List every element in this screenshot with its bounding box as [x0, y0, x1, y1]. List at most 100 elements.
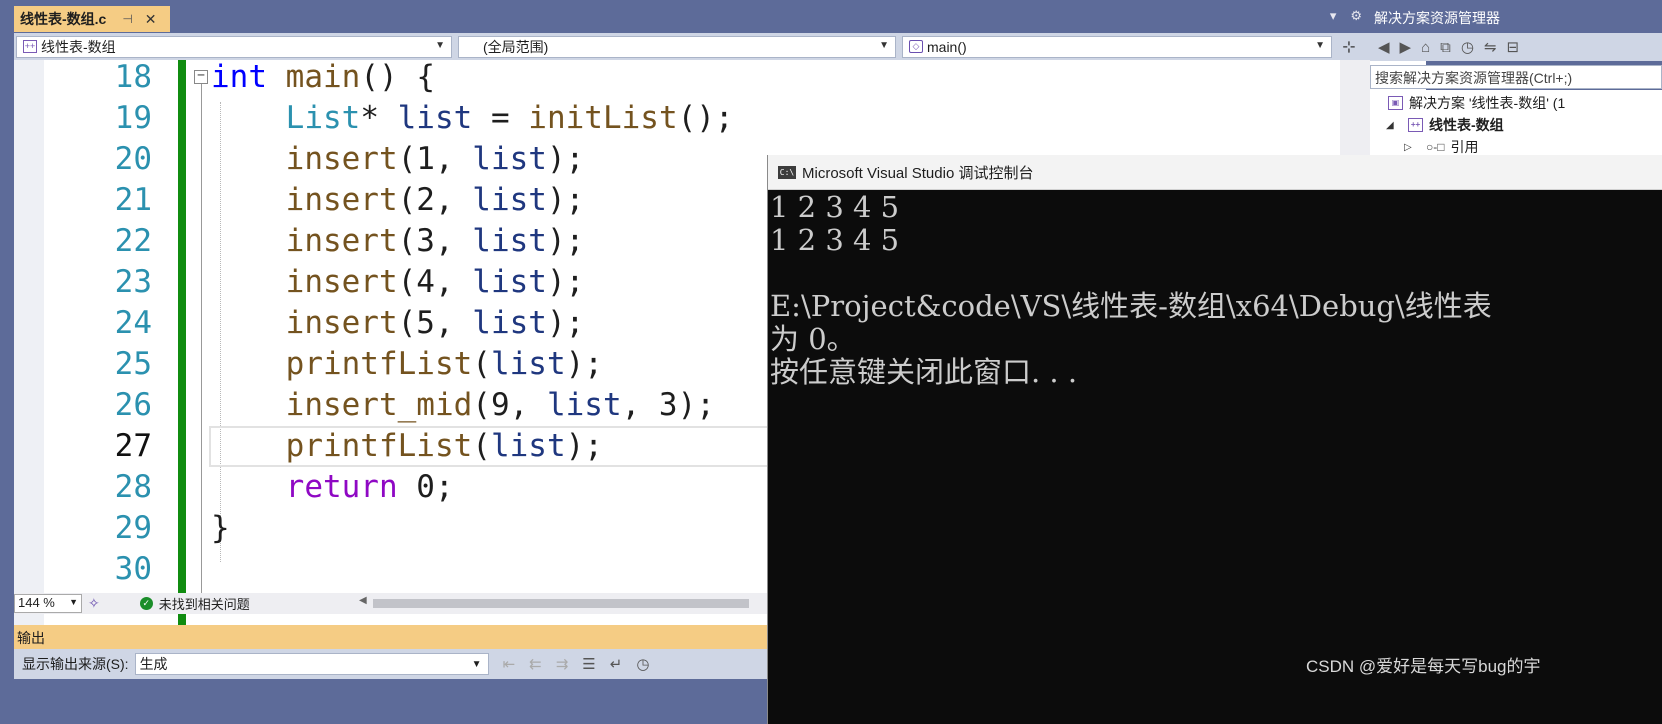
solution-tree: ▣ 解决方案 '线性表-数组' (1 ◢ ++ 线性表-数组 ▷ ○-□ 引用	[1370, 90, 1662, 160]
code-token: list	[490, 346, 566, 382]
code-token: int	[211, 60, 267, 95]
code-token: (4,	[397, 264, 473, 300]
clock-icon[interactable]: ◷	[636, 655, 649, 673]
chevron-down-icon: ▼	[471, 659, 482, 670]
console-output[interactable]: 1 2 3 4 51 2 3 4 5 E:\Project&code\VS\线性表…	[770, 191, 1660, 389]
scroll-left-icon[interactable]: ◀	[359, 595, 367, 606]
console-line: E:\Project&code\VS\线性表-数组\x64\Debug\线性表	[770, 289, 1492, 323]
line-number: 29	[114, 510, 152, 546]
line-number: 18	[114, 60, 152, 95]
code-token: (1,	[397, 141, 473, 177]
console-title-bar[interactable]: C:\ Microsoft Visual Studio 调试控制台	[768, 155, 1662, 190]
project-dropdown[interactable]: ++ 线性表-数组 ▼	[16, 35, 452, 58]
scope-dropdown-value: (全局范围)	[483, 38, 549, 55]
chevron-down-icon: ▼	[435, 39, 445, 51]
code-text: printfList(list);	[211, 425, 603, 468]
code-line[interactable]: 18 int main() {	[14, 60, 1426, 99]
output-panel-header[interactable]: 输出	[14, 625, 774, 649]
word-wrap-icon[interactable]: ↵	[610, 655, 623, 673]
clear-all-icon[interactable]: ☰	[582, 655, 595, 673]
close-icon[interactable]: ✕	[145, 11, 157, 28]
gear-icon[interactable]: ⚙	[1350, 8, 1362, 24]
code-token: );	[546, 305, 585, 341]
code-token: list	[472, 223, 547, 259]
scope-dropdown[interactable]: (全局范围) ▼	[458, 35, 896, 58]
code-text: insert(5, list);	[211, 302, 585, 345]
output-source-select[interactable]: 生成 ▼	[134, 653, 489, 675]
code-token: list	[490, 428, 566, 464]
switch-views-icon[interactable]: ⧉	[1440, 39, 1451, 56]
zoom-dropdown[interactable]: 144 % ▼	[14, 594, 82, 613]
solution-label: 解决方案 '线性表-数组' (1	[1409, 95, 1566, 111]
line-number: 25	[114, 346, 152, 382]
solution-icon: ▣	[1388, 96, 1403, 110]
tab-linear-list-c[interactable]: 线性表-数组.c ⊣ ✕	[14, 6, 170, 32]
code-line[interactable]: 19 List* list = initList();	[14, 97, 1426, 140]
code-token: printfList	[285, 346, 473, 382]
tree-item-solution[interactable]: ▣ 解决方案 '线性表-数组' (1	[1388, 92, 1565, 114]
issues-status[interactable]: 未找到相关问题	[159, 594, 250, 613]
code-text: insert(1, list);	[211, 138, 585, 181]
code-token: insert	[285, 264, 398, 300]
code-token: insert	[285, 182, 398, 218]
tab-strip-controls: ▾ ⚙	[1330, 8, 1362, 24]
chevron-down-icon: ▼	[1315, 39, 1325, 51]
project-icon: ++	[1408, 118, 1423, 132]
code-token: );	[546, 141, 585, 177]
collapsed-arrow-icon[interactable]: ▷	[1404, 142, 1418, 153]
expanded-arrow-icon[interactable]: ◢	[1386, 120, 1400, 131]
code-text: insert(3, list);	[211, 220, 585, 263]
code-token: insert	[285, 141, 398, 177]
history-icon[interactable]: ◷	[1461, 38, 1474, 56]
code-token: (	[472, 428, 491, 464]
code-token: ();	[677, 100, 734, 136]
code-token: () {	[360, 60, 435, 95]
sync-icon[interactable]: ⇋	[1484, 38, 1497, 56]
pin-icon[interactable]: ⊣	[122, 12, 132, 26]
project-dropdown-value: 线性表-数组	[41, 38, 116, 55]
back-icon[interactable]: ◀	[1378, 38, 1390, 56]
code-text: return 0;	[211, 466, 454, 509]
code-token: );	[565, 346, 603, 382]
references-label: 引用	[1450, 139, 1479, 155]
line-number: 28	[114, 469, 152, 505]
find-message-icon[interactable]: ⇤	[503, 655, 516, 673]
solution-explorer-toolbar: ◀ ▶ ⌂ ⧉ ◷ ⇋ ⊟	[1370, 33, 1662, 61]
code-token: );	[565, 428, 603, 464]
editor-horizontal-scrollbar[interactable]: ◀	[359, 595, 749, 609]
code-token: (2,	[397, 182, 473, 218]
line-number: 26	[114, 387, 152, 423]
collapse-all-icon[interactable]: ⊟	[1507, 38, 1520, 56]
project-icon: ++	[23, 40, 37, 53]
debug-console-window[interactable]: C:\ Microsoft Visual Studio 调试控制台 1 2 3 …	[767, 155, 1662, 724]
forward-icon[interactable]: ▶	[1400, 38, 1412, 56]
tree-item-project[interactable]: ◢ ++ 线性表-数组	[1386, 114, 1504, 136]
code-text: List* list = initList();	[211, 97, 734, 140]
member-dropdown[interactable]: ◇ main() ▼	[902, 35, 1332, 58]
code-token: printfList	[285, 428, 473, 464]
solution-explorer-title: 解决方案资源管理器	[1370, 8, 1662, 30]
console-line: 1 2 3 4 5	[770, 223, 900, 257]
code-cleanup-icon[interactable]: ✧	[88, 595, 100, 612]
code-text: insert_mid(9, list, 3);	[211, 384, 715, 427]
line-number: 27	[114, 428, 152, 464]
cube-icon: ◇	[909, 40, 923, 53]
solution-search-input[interactable]: 搜索解决方案资源管理器(Ctrl+;)	[1370, 65, 1662, 89]
chevron-down-icon[interactable]: ▾	[1330, 8, 1337, 24]
console-title: Microsoft Visual Studio 调试控制台	[802, 164, 1034, 182]
home-icon[interactable]: ⌂	[1421, 39, 1430, 56]
code-token: (5,	[397, 305, 473, 341]
scroll-thumb[interactable]	[373, 599, 749, 608]
console-line: 按任意键关闭此窗口. . .	[770, 355, 1078, 389]
code-token: }	[211, 510, 230, 546]
line-number: 21	[114, 182, 152, 218]
line-number: 19	[114, 100, 152, 136]
previous-message-icon[interactable]: ⇇	[529, 655, 542, 673]
output-toolbar: 显示输出来源(S): 生成 ▼ ⇤ ⇇ ⇉ ☰ ↵ ◷	[14, 649, 774, 679]
next-message-icon[interactable]: ⇉	[556, 655, 569, 673]
split-window-icon[interactable]: ⊹	[1338, 37, 1360, 57]
